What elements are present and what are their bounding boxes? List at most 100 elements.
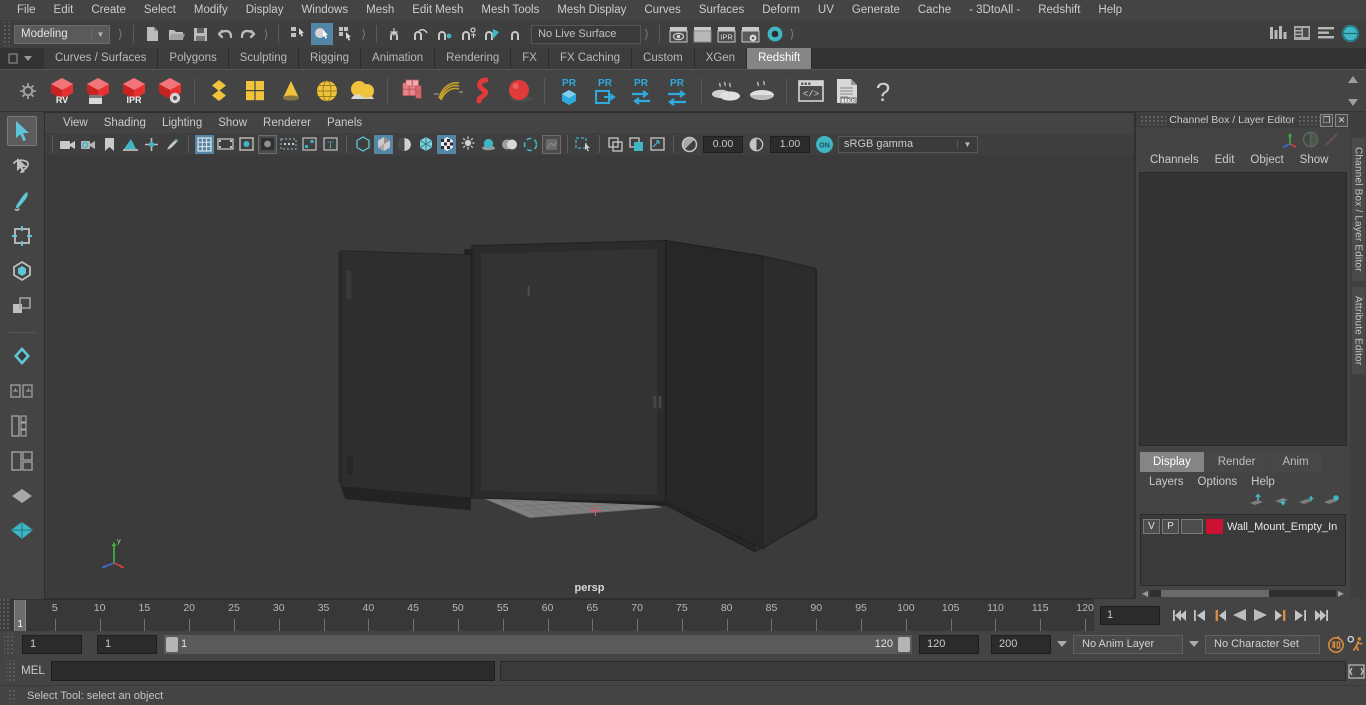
text-display-icon[interactable]: T <box>321 135 340 154</box>
multisample-icon[interactable] <box>521 135 540 154</box>
range-slider[interactable]: 1 120 <box>164 634 912 654</box>
shelf-btn-polygon-cone[interactable] <box>273 73 309 109</box>
shelf-btn-bake-all[interactable] <box>744 73 780 109</box>
help-line-drag-handle[interactable] <box>8 688 17 703</box>
move-tool-button[interactable] <box>7 221 37 251</box>
menu-deform[interactable]: Deform <box>753 0 809 20</box>
layout-two-pane-icon[interactable] <box>7 446 37 476</box>
animation-start-time-field[interactable]: 1 <box>22 634 82 654</box>
shadows-icon[interactable] <box>458 135 477 154</box>
layer-menu-layers[interactable]: Layers <box>1142 476 1191 488</box>
menu-curves[interactable]: Curves <box>635 0 689 20</box>
scale-tool-button[interactable] <box>7 291 37 321</box>
channelbox-menu-show[interactable]: Show <box>1292 154 1337 166</box>
menu-3dtoall[interactable]: - 3DtoAll - <box>960 0 1029 20</box>
film-origin-icon[interactable] <box>279 135 298 154</box>
shelf-btn-redshift-ipr[interactable]: IPR <box>116 73 152 109</box>
shelf-btn-redshift-proxy[interactable] <box>394 73 430 109</box>
character-set-field[interactable]: No Character Set <box>1205 634 1320 654</box>
layer-tab-render[interactable]: Render <box>1204 452 1269 472</box>
show-hide-modeling-toolkit-icon[interactable] <box>1267 22 1289 44</box>
menu-redshift[interactable]: Redshift <box>1029 0 1089 20</box>
menu-modify[interactable]: Modify <box>185 0 237 20</box>
command-input-field[interactable] <box>51 661 495 681</box>
shelf-btn-polygon-plane[interactable] <box>201 73 237 109</box>
shelf-tab-menu-icon[interactable] <box>6 50 36 68</box>
grid-display-icon[interactable] <box>648 135 667 154</box>
resolution-gate-icon[interactable] <box>237 135 256 154</box>
new-layer-icon[interactable] <box>1298 494 1315 510</box>
xray-active-components-icon[interactable] <box>606 135 625 154</box>
side-tab-attribute-editor[interactable]: Attribute Editor <box>1351 286 1365 375</box>
scroll-right-icon[interactable]: ▶ <box>1336 589 1346 598</box>
anim-layer-field[interactable]: No Anim Layer <box>1073 634 1183 654</box>
shelf-btn-redshift-render-view[interactable]: RV <box>44 73 80 109</box>
menu-mesh-tools[interactable]: Mesh Tools <box>472 0 548 20</box>
layer-menu-help[interactable]: Help <box>1244 476 1282 488</box>
time-slider-drag-handle[interactable] <box>0 599 10 631</box>
menu-edit-mesh[interactable]: Edit Mesh <box>403 0 472 20</box>
attribute-editor-icon[interactable] <box>1322 130 1341 149</box>
open-scene-icon[interactable] <box>166 23 188 45</box>
select-tool-button[interactable] <box>7 116 37 146</box>
step-back-frame-icon[interactable] <box>1190 604 1210 626</box>
layer-playback-toggle[interactable]: P <box>1162 519 1179 534</box>
new-layer-from-selected-icon[interactable] <box>1323 494 1340 510</box>
layout-persp-outliner-icon[interactable] <box>7 481 37 511</box>
group-endcap-3[interactable]: ⟩ <box>361 27 366 41</box>
show-render-view-icon[interactable] <box>668 23 690 45</box>
layout-hypershade-icon[interactable] <box>7 516 37 546</box>
ambient-occlusion-icon[interactable] <box>479 135 498 154</box>
menu-help[interactable]: Help <box>1089 0 1131 20</box>
ipr-render-icon[interactable]: IPR <box>716 23 738 45</box>
menu-display[interactable]: Display <box>237 0 293 20</box>
menu-generate[interactable]: Generate <box>843 0 909 20</box>
menu-uv[interactable]: UV <box>809 0 843 20</box>
panel-drag-handle[interactable] <box>1140 115 1166 125</box>
playback-start-time-field[interactable]: 1 <box>97 634 157 654</box>
viewport-menu-shading[interactable]: Shading <box>96 117 154 129</box>
wireframe-on-shaded-icon[interactable] <box>416 135 435 154</box>
film-gate-icon[interactable] <box>216 135 235 154</box>
layer-tab-anim[interactable]: Anim <box>1269 452 1322 472</box>
gate-mask-icon[interactable] <box>258 134 277 154</box>
shelf-btn-help[interactable]: ? <box>865 73 901 109</box>
menu-select[interactable]: Select <box>135 0 185 20</box>
current-time-indicator[interactable]: 1 <box>14 600 27 631</box>
channel-box-icon[interactable] <box>1301 130 1320 149</box>
menu-surfaces[interactable]: Surfaces <box>690 0 753 20</box>
shelf-tab-fx-caching[interactable]: FX Caching <box>548 48 633 69</box>
show-hide-attribute-editor-icon[interactable] <box>1291 22 1313 44</box>
render-current-frame-icon[interactable] <box>692 23 714 45</box>
paint-select-tool-button[interactable] <box>7 186 37 216</box>
shelf-tab-curves-surfaces[interactable]: Curves / Surfaces <box>44 48 159 69</box>
snap-to-curve-icon[interactable] <box>409 23 431 45</box>
shelf-tab-xgen[interactable]: XGen <box>694 48 748 69</box>
viewport-menu-lighting[interactable]: Lighting <box>154 117 210 129</box>
layer-name-label[interactable]: Wall_Mount_Empty_In <box>1227 521 1337 533</box>
auto-keyframe-icon[interactable] <box>1326 633 1346 655</box>
shelf-options-gear-icon[interactable] <box>20 83 36 102</box>
grease-pencil-icon[interactable] <box>163 135 182 154</box>
shelf-tab-rendering[interactable]: Rendering <box>435 48 512 69</box>
viewport-menu-view[interactable]: View <box>55 117 96 129</box>
last-tool-button[interactable] <box>7 341 37 371</box>
shelf-btn-script-editor[interactable]: </> <box>793 73 829 109</box>
shelf-btn-redshift-render-settings[interactable] <box>152 73 188 109</box>
shelf-tab-rigging[interactable]: Rigging <box>299 48 362 69</box>
shelf-btn-polygon-sphere[interactable] <box>309 73 345 109</box>
snap-to-view-plane-icon[interactable] <box>481 23 503 45</box>
shelf-btn-pr-swap[interactable]: PR <box>659 73 695 109</box>
current-frame-field[interactable]: 1 <box>1100 605 1160 625</box>
motion-blur-icon[interactable] <box>500 135 519 154</box>
show-hide-channel-box-icon[interactable] <box>1339 22 1361 44</box>
viewport-3d-canvas[interactable]: y persp <box>45 155 1134 598</box>
menu-file[interactable]: File <box>8 0 45 20</box>
shelf-tab-redshift[interactable]: Redshift <box>747 48 813 69</box>
move-layer-down-icon[interactable] <box>1273 494 1290 510</box>
scroll-left-icon[interactable]: ◀ <box>1140 589 1150 598</box>
playback-end-time-field[interactable]: 120 <box>919 634 979 654</box>
go-to-end-icon[interactable] <box>1310 604 1330 626</box>
camera-attributes-icon[interactable] <box>79 135 98 154</box>
group-endcap-4[interactable]: ⟩ <box>644 27 649 41</box>
